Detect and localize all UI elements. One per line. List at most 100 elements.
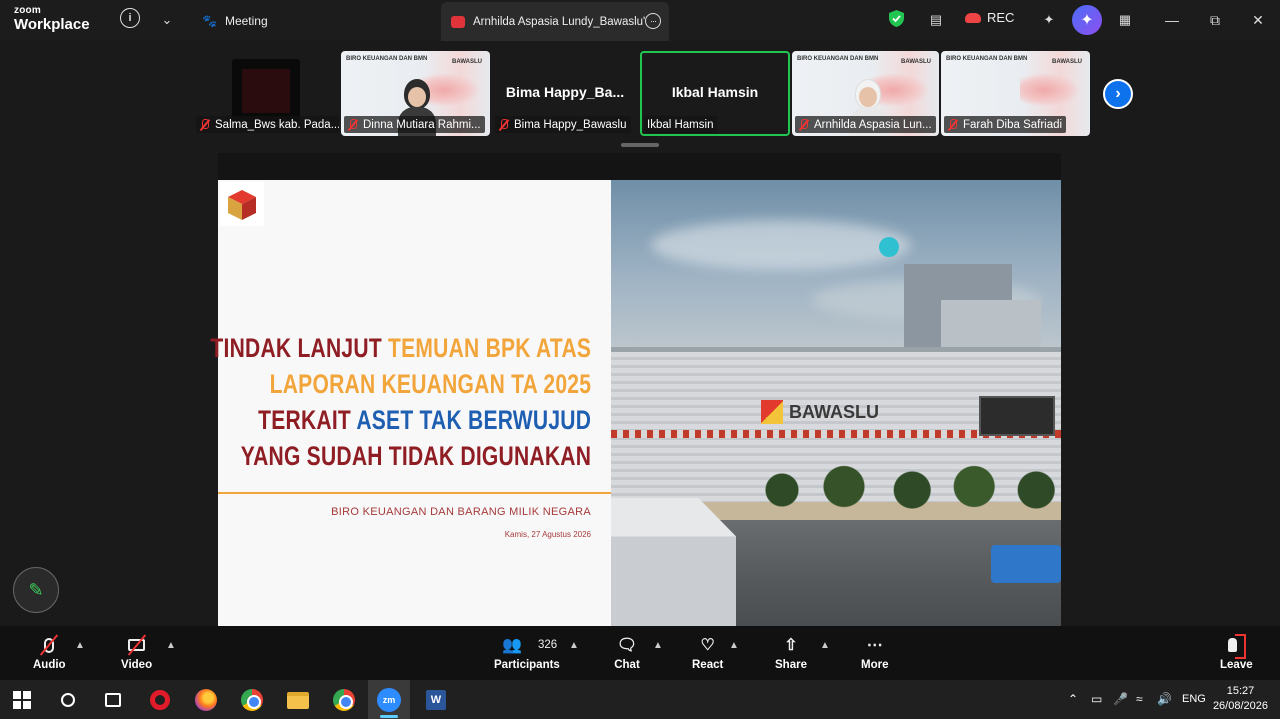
chevron-down-icon[interactable]: ⌄ <box>156 9 178 31</box>
screen-share-icon <box>451 15 465 28</box>
participant-name: Bima Happy_Bawaslu <box>495 116 631 133</box>
shared-screen-view[interactable]: TINDAK LANJUT TEMUAN BPK ATAS LAPORAN KE… <box>210 153 1061 626</box>
video-background-label: BIRO KEUANGAN DAN BMN <box>797 56 879 62</box>
input-language[interactable]: ENG <box>1182 693 1206 705</box>
more-options-icon[interactable]: ··· <box>645 13 661 29</box>
participants-count: 326 <box>538 639 558 651</box>
minimize-icon[interactable]: — <box>1162 10 1182 30</box>
participant-tile[interactable]: Bima Happy_Ba... Bima Happy_Bawaslu <box>492 51 638 136</box>
show-hidden-icons-icon[interactable]: ⌃ <box>1068 692 1078 706</box>
react-button[interactable]: ♡ React <box>692 634 723 671</box>
audio-options-caret[interactable]: ▲ <box>75 640 85 651</box>
audio-button[interactable]: Audio <box>33 634 66 671</box>
security-shield-icon[interactable] <box>889 10 904 27</box>
zoom-workplace-logo: zoom Workplace <box>14 5 90 33</box>
video-background-label: BIRO KEUANGAN DAN BMN <box>946 56 1028 62</box>
apps-grid-icon[interactable]: ▦ <box>1114 9 1136 31</box>
video-options-caret[interactable]: ▲ <box>166 640 176 651</box>
record-button[interactable]: REC <box>965 10 1014 25</box>
bawaslu-logo-icon <box>220 182 264 226</box>
participants-options-caret[interactable]: ▲ <box>569 640 579 651</box>
slide-building-photo: BAWASLU <box>611 180 1061 626</box>
participant-tile[interactable]: Salma_Bws kab. Pada... <box>193 51 339 136</box>
mic-muted-icon <box>798 118 810 131</box>
opera-icon[interactable] <box>148 688 172 712</box>
participant-tile[interactable]: BIRO KEUANGAN DAN BMN BAWASLU Arnhilda A… <box>792 51 939 136</box>
participant-display-name: Ikbal Hamsin <box>671 84 759 100</box>
mic-muted-icon <box>199 118 211 131</box>
zoom-taskbar-icon[interactable]: zm <box>368 680 410 719</box>
chrome-profile-icon[interactable] <box>332 688 356 712</box>
chat-button[interactable]: 🗨 Chat <box>614 634 640 671</box>
windows-start-icon[interactable] <box>10 688 34 712</box>
share-screen-icon: ⇧ <box>784 637 798 654</box>
camera-off-icon <box>124 634 150 656</box>
slide-title: TINDAK LANJUT TEMUAN BPK ATAS LAPORAN KE… <box>210 333 592 471</box>
video-background-logo: BAWASLU <box>901 59 931 65</box>
video-gallery-strip: Salma_Bws kab. Pada... BIRO KEUANGAN DAN… <box>0 41 1280 151</box>
clock-time: 15:27 <box>1226 685 1255 697</box>
participant-name: Arnhilda Aspasia Lun... <box>795 116 936 133</box>
leave-button[interactable]: Leave <box>1220 634 1253 671</box>
share-options-caret[interactable]: ▲ <box>820 640 830 651</box>
restore-icon[interactable]: ⧉ <box>1205 10 1225 30</box>
record-label: REC <box>987 10 1015 25</box>
video-background-label: BIRO KEUANGAN DAN BMN <box>346 56 428 62</box>
meeting-tab[interactable]: 🐾 Meeting <box>202 10 268 32</box>
participant-name: Dinna Mutiara Rahmi... <box>344 116 485 133</box>
search-icon[interactable] <box>56 688 80 712</box>
chat-options-caret[interactable]: ▲ <box>653 640 663 651</box>
gallery-next-page-button[interactable]: › <box>1103 79 1133 109</box>
more-icon: ⋯ <box>866 637 883 654</box>
participant-display-name: Bima Happy_Ba... <box>505 84 625 100</box>
chrome-icon[interactable] <box>240 688 264 712</box>
clock-date: 26/08/2026 <box>1212 700 1268 712</box>
participants-icon: 👥 <box>501 637 522 654</box>
ai-companion-icon[interactable]: ✦ <box>1072 5 1102 35</box>
file-explorer-icon[interactable] <box>286 688 310 712</box>
annotate-pen-button[interactable]: ✎ <box>13 567 59 613</box>
participant-name: Salma_Bws kab. Pada... <box>196 116 339 133</box>
video-button[interactable]: Video <box>121 634 152 671</box>
react-options-caret[interactable]: ▲ <box>729 640 739 651</box>
participant-tile[interactable]: BIRO KEUANGAN DAN BMN BAWASLU Dinna Muti… <box>341 51 490 136</box>
magic-wand-icon[interactable]: ✦ <box>1038 9 1060 31</box>
video-background-logo: BAWASLU <box>452 59 482 65</box>
paw-icon: 🐾 <box>202 14 217 28</box>
active-speaker-tile[interactable]: Ikbal Hamsin Ikbal Hamsin <box>640 51 790 136</box>
slide-divider <box>218 492 611 494</box>
word-icon[interactable]: W <box>424 688 448 712</box>
mic-muted-icon <box>498 118 510 131</box>
strip-resize-handle[interactable] <box>621 143 659 147</box>
mic-muted-icon <box>347 118 359 131</box>
notes-icon[interactable]: ▤ <box>925 9 947 31</box>
screen-share-tab[interactable]: Arnhilda Aspasia Lundy_Bawaslu' ··· <box>441 2 669 41</box>
brand-zoom: zoom <box>14 5 41 16</box>
battery-icon[interactable]: ▭ <box>1091 692 1102 706</box>
close-icon[interactable]: ✕ <box>1248 10 1268 30</box>
slide-title-panel: TINDAK LANJUT TEMUAN BPK ATAS LAPORAN KE… <box>210 180 611 626</box>
video-background-logo: BAWASLU <box>1052 59 1082 65</box>
chat-icon: 🗨 <box>616 637 638 654</box>
remote-pointer <box>879 237 899 257</box>
meeting-tab-label: Meeting <box>224 14 268 28</box>
microphone-icon[interactable]: 🎤 <box>1113 692 1128 706</box>
pencil-icon: ✎ <box>28 579 44 600</box>
task-view-icon[interactable] <box>101 688 125 712</box>
wifi-icon[interactable]: ≈ <box>1136 692 1143 706</box>
more-button[interactable]: ⋯ More <box>861 634 888 671</box>
cloud-record-icon <box>965 12 981 23</box>
system-clock[interactable]: 15:27 26/08/2026 <box>1213 684 1268 714</box>
presentation-slide: TINDAK LANJUT TEMUAN BPK ATAS LAPORAN KE… <box>210 180 1061 626</box>
meeting-info-icon[interactable]: i <box>120 8 140 28</box>
title-bar: zoom Workplace i ⌄ 🐾 Meeting Arnhilda As… <box>0 0 1280 41</box>
participant-avatar <box>232 59 300 121</box>
slide-date: Kamis, 27 Agustus 2026 <box>504 530 591 539</box>
leave-icon <box>1223 634 1249 659</box>
volume-icon[interactable]: 🔊 <box>1157 692 1172 706</box>
participant-tile[interactable]: BIRO KEUANGAN DAN BMN BAWASLU Farah Diba… <box>941 51 1090 136</box>
firefox-icon[interactable] <box>194 688 218 712</box>
share-button[interactable]: ⇧ Share <box>775 634 807 671</box>
slide-subtitle: BIRO KEUANGAN DAN BARANG MILIK NEGARA <box>331 506 591 518</box>
participant-name: Farah Diba Safriadi <box>944 116 1067 133</box>
